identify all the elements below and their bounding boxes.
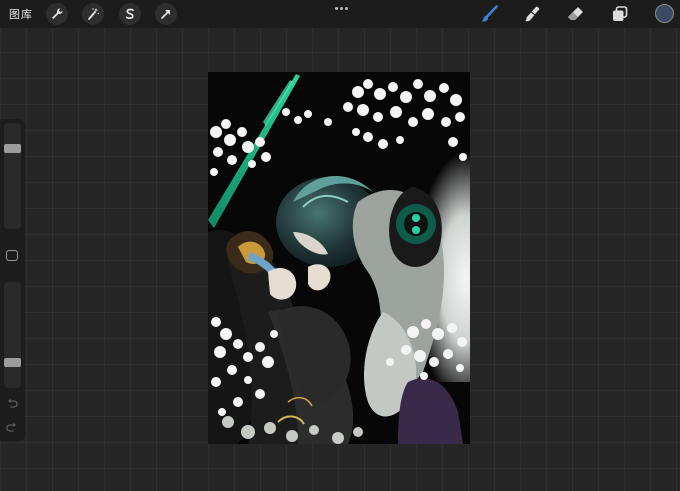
adjustments-wand-icon[interactable] xyxy=(82,3,104,25)
transform-arrow-icon[interactable] xyxy=(155,3,177,25)
redo-icon[interactable] xyxy=(5,421,19,435)
brush-icon[interactable] xyxy=(478,3,500,25)
opacity-thumb[interactable] xyxy=(4,357,21,367)
eraser-icon[interactable] xyxy=(565,3,587,25)
procreate-app: 图库 xyxy=(0,0,680,491)
more-options-icon[interactable] xyxy=(333,3,349,13)
artwork-canvas[interactable] xyxy=(208,72,470,444)
brush-size-thumb[interactable] xyxy=(4,144,21,154)
left-sidebar xyxy=(0,119,25,441)
undo-icon[interactable] xyxy=(5,397,19,411)
artwork-illustration xyxy=(208,72,470,444)
selection-s-icon[interactable] xyxy=(119,3,141,25)
layers-icon[interactable] xyxy=(609,3,631,25)
actions-wrench-icon[interactable] xyxy=(46,3,68,25)
gallery-button[interactable]: 图库 xyxy=(9,6,33,22)
modify-button[interactable] xyxy=(6,250,18,261)
brush-size-slider[interactable] xyxy=(4,123,21,229)
opacity-slider[interactable] xyxy=(4,282,21,388)
color-picker-swatch[interactable] xyxy=(655,4,674,23)
smudge-icon[interactable] xyxy=(522,3,544,25)
top-toolbar: 图库 xyxy=(0,0,680,28)
